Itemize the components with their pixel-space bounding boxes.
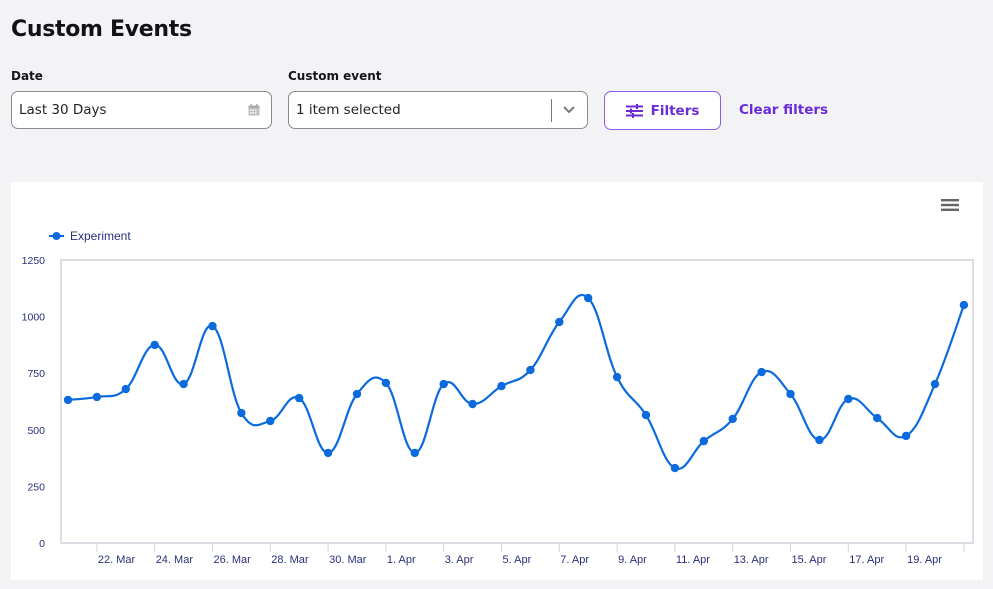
data-point xyxy=(63,395,73,405)
data-point xyxy=(92,392,102,402)
data-point xyxy=(381,378,391,388)
line-chart: 0 250 500 750 1000 1250 22. Mar 24. Mar 26. Mar 2… xyxy=(22,229,974,566)
dropdown-separator xyxy=(551,99,552,122)
page-title: Custom Events xyxy=(11,17,192,42)
filters-button-label: Filters xyxy=(650,102,700,119)
data-point xyxy=(121,384,130,394)
x-tick-label: 5. Apr xyxy=(503,554,532,566)
data-point xyxy=(612,372,622,382)
data-point xyxy=(266,416,275,426)
x-tick-label: 19. Apr xyxy=(907,554,942,566)
calendar-icon xyxy=(248,104,260,116)
data-point xyxy=(237,408,246,418)
y-tick-label: 500 xyxy=(27,425,45,437)
data-point xyxy=(844,394,853,404)
filters-button[interactable]: Filters xyxy=(604,91,721,130)
x-tick-label: 28. Mar xyxy=(271,554,309,566)
x-tick-label: 30. Mar xyxy=(329,554,367,566)
custom-event-label: Custom event xyxy=(288,69,382,83)
data-point xyxy=(526,365,535,375)
data-point xyxy=(323,448,333,458)
data-point xyxy=(497,381,506,391)
y-tick-label: 750 xyxy=(27,368,45,380)
clear-filters-link[interactable]: Clear filters xyxy=(739,102,828,118)
data-point xyxy=(786,389,795,399)
data-point xyxy=(584,293,593,303)
legend-marker xyxy=(52,232,61,240)
data-point xyxy=(295,393,304,403)
data-point xyxy=(179,379,188,389)
y-tick-label: 1250 xyxy=(22,255,46,267)
custom-event-value: 1 item selected xyxy=(296,102,401,118)
data-point xyxy=(670,463,680,473)
x-tick-label: 24. Mar xyxy=(156,554,194,566)
data-point xyxy=(901,431,911,441)
legend-label-experiment: Experiment xyxy=(70,229,131,243)
data-point xyxy=(815,435,824,445)
x-tick-label: 15. Apr xyxy=(792,554,827,566)
data-point xyxy=(873,413,882,423)
x-tick-label: 13. Apr xyxy=(734,554,769,566)
data-point xyxy=(757,367,766,377)
data-point xyxy=(728,414,737,424)
plot-frame xyxy=(60,259,974,544)
data-point xyxy=(439,379,448,389)
data-point xyxy=(208,321,217,331)
data-point xyxy=(641,410,651,420)
y-tick-label: 250 xyxy=(27,481,45,493)
chart-card: 0 250 500 750 1000 1250 22. Mar 24. Mar 26. Mar 2… xyxy=(11,182,983,580)
data-point xyxy=(352,389,362,399)
chevron-down-icon[interactable] xyxy=(562,105,576,115)
x-tick-label: 17. Apr xyxy=(849,554,884,566)
data-point xyxy=(555,317,564,327)
x-tick-label: 3. Apr xyxy=(445,554,474,566)
series-line-experiment xyxy=(67,294,965,470)
date-value: Last 30 Days xyxy=(19,102,107,118)
date-picker-input[interactable]: Last 30 Days xyxy=(11,91,272,129)
custom-event-select[interactable]: 1 item selected xyxy=(288,91,588,129)
data-point xyxy=(410,448,419,458)
x-tick-label: 9. Apr xyxy=(618,554,647,566)
x-tick-label: 1. Apr xyxy=(387,554,416,566)
data-point xyxy=(959,300,969,310)
date-label: Date xyxy=(11,69,43,83)
data-point xyxy=(468,399,477,409)
x-tick-label: 11. Apr xyxy=(676,554,710,566)
x-tick-label: 7. Apr xyxy=(560,554,589,566)
y-tick-label: 1000 xyxy=(22,312,46,324)
data-point xyxy=(699,436,708,446)
data-point xyxy=(150,340,159,350)
data-point xyxy=(930,379,940,389)
x-tick-label: 26. Mar xyxy=(214,554,252,566)
y-tick-label: 0 xyxy=(39,538,45,550)
sliders-icon xyxy=(625,103,643,118)
x-tick-label: 22. Mar xyxy=(98,554,136,566)
